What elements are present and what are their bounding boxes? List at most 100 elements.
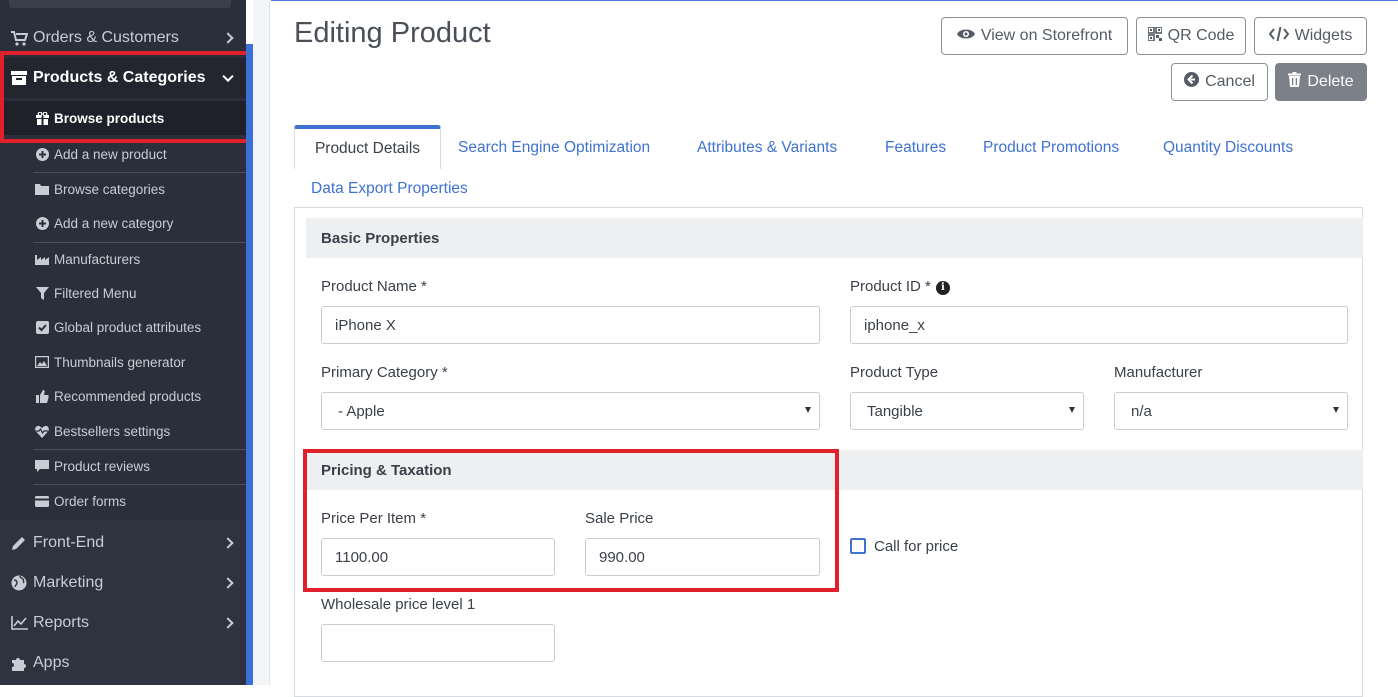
code-icon xyxy=(1268,26,1289,46)
sidebar-edge-strip xyxy=(246,44,253,685)
tab-label: Features xyxy=(885,139,947,156)
nav-reports[interactable]: Reports xyxy=(0,603,246,643)
main-content: Editing Product View on Storefront QR Co… xyxy=(271,0,1398,697)
primary-category-label: Primary Category * xyxy=(321,364,448,381)
button-label: Widgets xyxy=(1294,27,1353,44)
tab-quantity-discounts[interactable]: Quantity Discounts xyxy=(1163,128,1293,168)
select-value: Tangible xyxy=(867,402,923,420)
tab-label: Data Export Properties xyxy=(311,180,468,197)
product-id-input[interactable]: iphone_x xyxy=(850,306,1348,344)
sale-price-input[interactable]: 990.00 xyxy=(585,538,820,576)
pencil-icon xyxy=(10,535,28,551)
call-for-price-checkbox[interactable] xyxy=(850,538,866,554)
chevron-right-icon xyxy=(222,577,234,589)
sidebar-item-label: Thumbnails generator xyxy=(54,354,186,370)
qr-code-icon xyxy=(1146,25,1163,46)
folder-icon xyxy=(35,183,49,196)
sidebar-item-label: Browse products xyxy=(54,110,165,126)
sidebar-item-label: Browse categories xyxy=(54,181,166,197)
nav-products-categories[interactable]: Products & Categories xyxy=(0,58,246,98)
info-icon[interactable]: i xyxy=(935,280,950,295)
product-type-label: Product Type xyxy=(850,364,939,381)
trash-icon xyxy=(1288,72,1302,92)
plus-circle-icon xyxy=(35,216,49,230)
call-for-price-label[interactable]: Call for price xyxy=(874,538,958,555)
sidebar-item-recommended[interactable]: Recommended products xyxy=(0,379,246,413)
heartbeat-icon xyxy=(35,425,49,438)
section-title: Basic Properties xyxy=(321,229,440,247)
sidebar-item-global-attributes[interactable]: Global product attributes xyxy=(0,310,246,344)
nav-orders-customers[interactable]: Orders & Customers xyxy=(0,18,246,58)
tab-label: Attributes & Variants xyxy=(697,139,838,156)
tab-label: Quantity Discounts xyxy=(1163,139,1294,156)
button-label: Cancel xyxy=(1205,73,1255,90)
sidebar-item-add-category[interactable]: Add a new category xyxy=(0,206,246,240)
nav-label: Reports xyxy=(33,614,90,631)
select-value: - Apple xyxy=(338,402,385,420)
nav-label: Apps xyxy=(33,654,70,671)
button-label: View on Storefront xyxy=(980,27,1113,44)
top-accent-line xyxy=(271,0,1398,1)
wholesale-price-input[interactable] xyxy=(321,624,555,662)
sidebar-item-label: Global product attributes xyxy=(54,319,202,335)
sidebar: Orders & Customers Products & Categories… xyxy=(0,0,250,685)
sidebar-item-label: Bestsellers settings xyxy=(54,423,171,439)
tab-data-export[interactable]: Data Export Properties xyxy=(311,169,468,209)
cancel-button[interactable]: Cancel xyxy=(1171,63,1268,101)
sidebar-item-label: Filtered Menu xyxy=(54,285,137,301)
sidebar-item-add-product[interactable]: Add a new product xyxy=(0,137,246,171)
sidebar-top-bar xyxy=(9,0,231,8)
eye-icon xyxy=(956,27,975,45)
checkbox-icon xyxy=(35,320,49,334)
sidebar-item-browse-products[interactable]: Browse products xyxy=(0,101,246,135)
product-name-label: Product Name * xyxy=(321,278,427,295)
select-value: n/a xyxy=(1131,402,1152,420)
nav-marketing[interactable]: Marketing xyxy=(0,563,246,603)
nav-apps[interactable]: Apps xyxy=(0,643,246,683)
manufacturer-select[interactable]: n/a xyxy=(1114,392,1348,430)
plus-circle-icon xyxy=(35,147,49,161)
sidebar-item-browse-categories[interactable]: Browse categories xyxy=(0,172,246,206)
gutter xyxy=(253,0,270,685)
sidebar-item-product-reviews[interactable]: Product reviews xyxy=(0,449,246,483)
caret-down-icon xyxy=(1333,407,1339,413)
sidebar-item-label: Add a new product xyxy=(54,146,167,162)
tab-label: Product Promotions xyxy=(983,139,1120,156)
manufacturer-label: Manufacturer xyxy=(1114,364,1203,381)
primary-category-select[interactable]: - Apple xyxy=(321,392,820,430)
nav-label: Orders & Customers xyxy=(33,29,179,46)
sidebar-item-label: Add a new category xyxy=(54,215,174,231)
sidebar-item-bestsellers[interactable]: Bestsellers settings xyxy=(0,414,246,448)
tab-features[interactable]: Features xyxy=(885,128,946,168)
view-storefront-button[interactable]: View on Storefront xyxy=(941,17,1128,55)
tab-product-promotions[interactable]: Product Promotions xyxy=(983,128,1119,168)
tab-product-details[interactable]: Product Details xyxy=(294,125,441,169)
tab-seo[interactable]: Search Engine Optimization xyxy=(458,128,650,168)
globe-icon xyxy=(10,575,28,591)
sidebar-item-filtered-menu[interactable]: Filtered Menu xyxy=(0,276,246,310)
sidebar-item-manufacturers[interactable]: Manufacturers xyxy=(0,242,246,276)
nav-label: Marketing xyxy=(33,574,104,591)
nav-front-end[interactable]: Front-End xyxy=(0,523,246,563)
qr-code-button[interactable]: QR Code xyxy=(1136,17,1246,55)
gift-icon xyxy=(35,111,49,125)
sidebar-item-thumbnails[interactable]: Thumbnails generator xyxy=(0,345,246,379)
button-label: Delete xyxy=(1307,73,1354,90)
caret-down-icon xyxy=(805,407,811,413)
tab-label: Search Engine Optimization xyxy=(458,139,651,156)
price-per-item-input[interactable]: 1100.00 xyxy=(321,538,555,576)
thumbs-up-icon xyxy=(35,389,49,403)
archive-box-icon xyxy=(10,70,28,86)
wholesale-price-label: Wholesale price level 1 xyxy=(321,596,476,613)
widgets-button[interactable]: Widgets xyxy=(1254,17,1367,55)
page-title: Editing Product xyxy=(294,17,491,49)
sidebar-item-label: Order forms xyxy=(54,493,127,509)
sidebar-item-label: Manufacturers xyxy=(54,251,141,267)
product-name-input[interactable]: iPhone X xyxy=(321,306,820,344)
sidebar-item-order-forms[interactable]: Order forms xyxy=(0,484,246,518)
tab-attributes-variants[interactable]: Attributes & Variants xyxy=(697,128,837,168)
nav-label: Products & Categories xyxy=(33,69,206,86)
line-chart-icon xyxy=(10,615,28,631)
delete-button[interactable]: Delete xyxy=(1275,63,1367,101)
product-type-select[interactable]: Tangible xyxy=(850,392,1084,430)
